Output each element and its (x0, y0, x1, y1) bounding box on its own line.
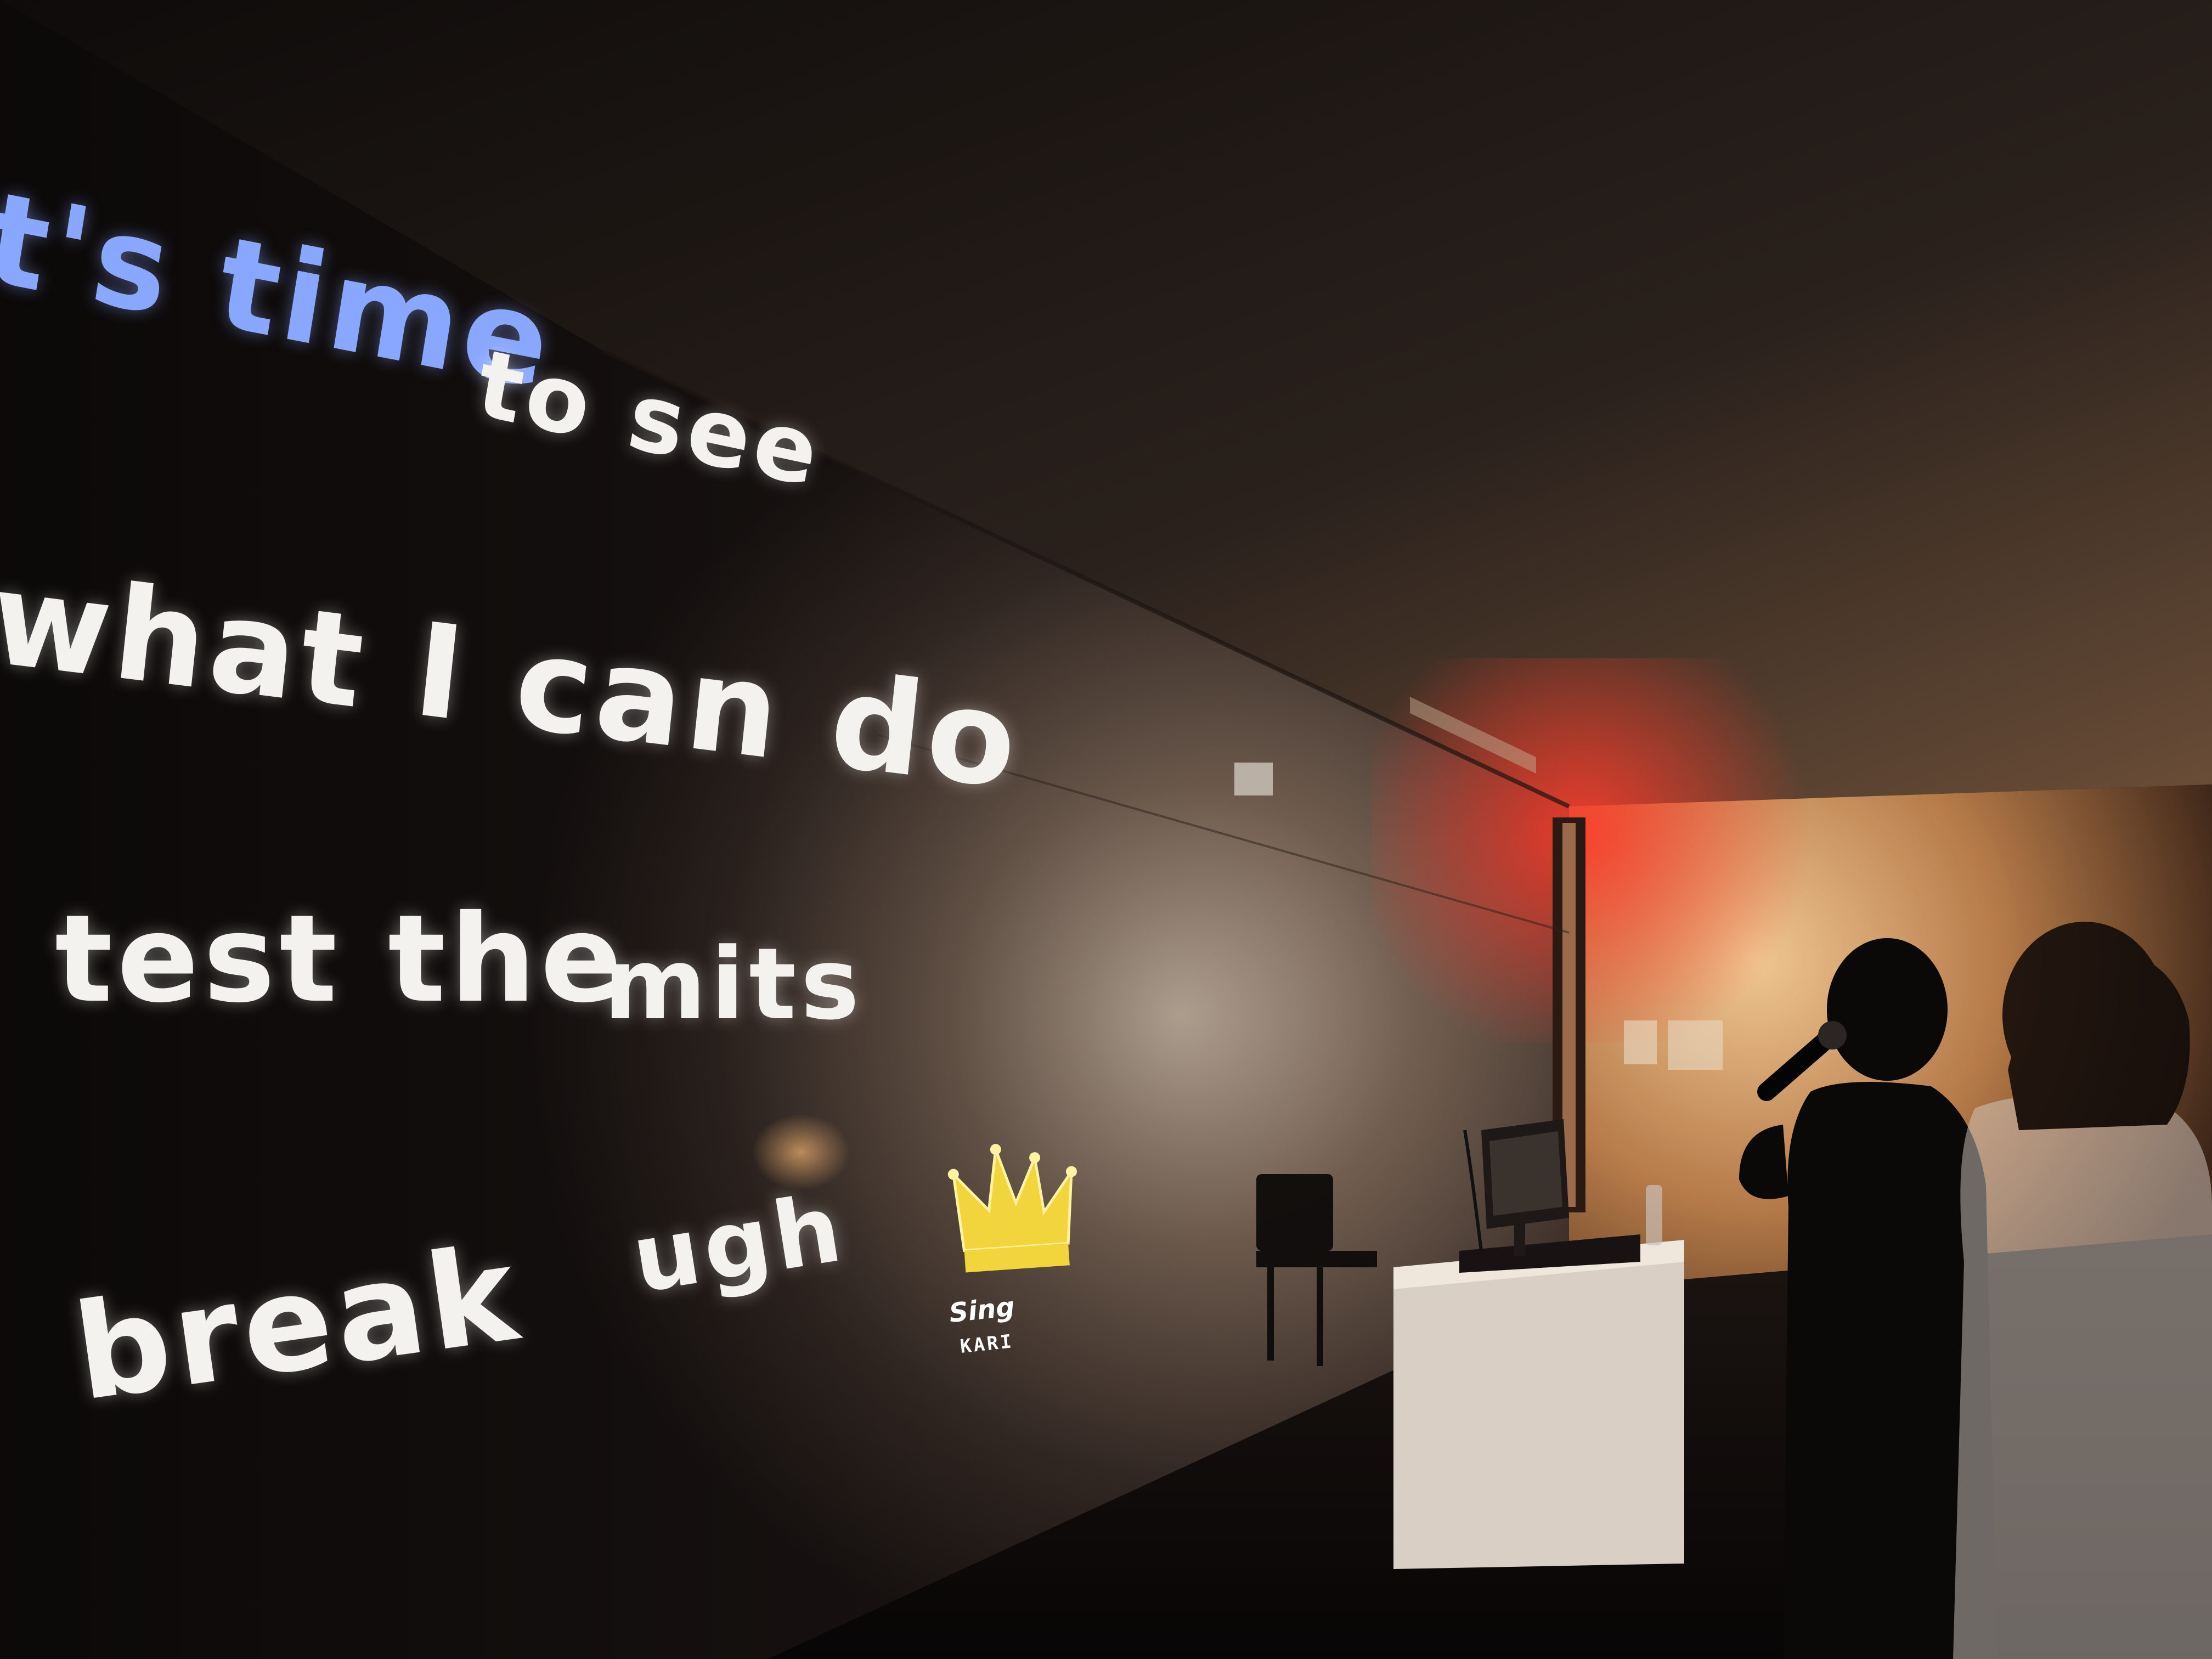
projector-glare (752, 1114, 850, 1190)
lyric-line-3-left: test the (55, 889, 627, 1029)
wall-camera (1234, 763, 1273, 795)
photo-scene: t's time to see what I can do test the m… (0, 0, 2212, 1659)
lyric-line-3-right: mits (603, 927, 864, 1042)
